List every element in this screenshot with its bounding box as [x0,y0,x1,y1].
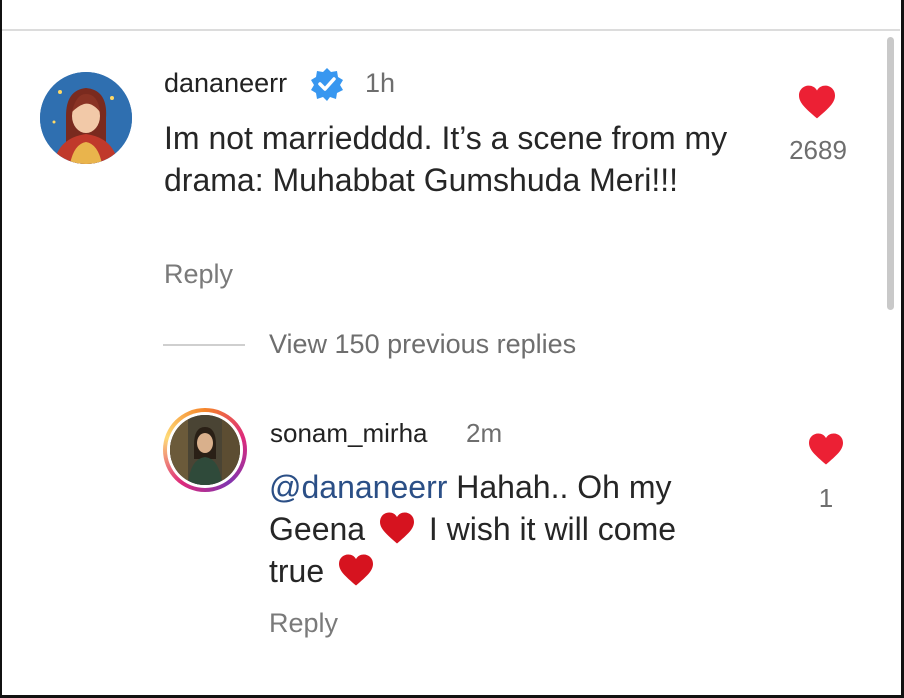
view-replies-divider [163,344,245,346]
comment-reply-button[interactable]: Reply [164,259,233,290]
comment-like-count: 2689 [789,135,847,165]
comment-time: 1h [365,68,396,98]
reply-time: 2m [466,418,503,448]
reply-username[interactable]: sonam_mirha [270,418,428,449]
verified-badge-icon [311,68,343,101]
reply-text: @dananeerr Hahah.. Oh my Geena I wish it… [269,466,729,592]
heart-icon[interactable] [797,84,837,120]
avatar-sonam-mirha[interactable] [170,415,240,485]
reply-reply-button[interactable]: Reply [269,608,338,639]
comment-text: Im not marriedddd. It’s a scene from my … [164,120,728,198]
avatar-story-ring[interactable] [163,408,247,492]
top-divider [2,29,900,31]
red-heart-emoji [339,554,374,586]
heart-icon[interactable] [807,432,845,466]
avatar-dananeerr[interactable] [40,72,132,164]
scrollbar-thumb[interactable] [887,37,894,310]
view-previous-replies-button[interactable]: View 150 previous replies [269,329,576,360]
reply-like-count: 1 [818,483,834,513]
red-heart-emoji [379,512,414,544]
reply-mention-link[interactable]: @dananeerr [269,469,447,505]
window-frame-left [0,0,2,698]
comment-username[interactable]: dananeerr [164,68,287,99]
